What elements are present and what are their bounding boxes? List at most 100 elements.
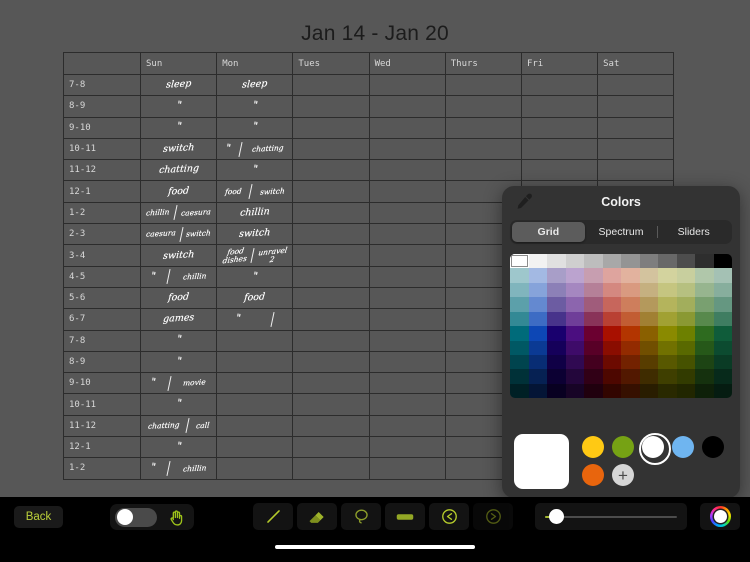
brush-size-slider[interactable] bbox=[535, 503, 687, 530]
grid-swatch[interactable] bbox=[547, 326, 566, 341]
cell-sun[interactable]: " chillin bbox=[139, 265, 218, 288]
cell-tues[interactable] bbox=[292, 116, 370, 139]
grid-swatch[interactable] bbox=[510, 311, 529, 327]
cell-fri[interactable] bbox=[520, 95, 599, 118]
cell-mon[interactable]: chillin bbox=[216, 201, 294, 225]
highlighter-tool[interactable] bbox=[385, 503, 425, 530]
cell-thurs[interactable] bbox=[444, 137, 522, 161]
grid-swatch[interactable] bbox=[713, 326, 732, 341]
cell-sat[interactable] bbox=[597, 73, 675, 97]
cell-wed[interactable] bbox=[368, 159, 446, 182]
grid-swatch[interactable] bbox=[658, 311, 677, 327]
grid-swatch[interactable] bbox=[602, 354, 621, 370]
cell-sun[interactable]: " bbox=[139, 350, 218, 374]
cell-tues[interactable] bbox=[292, 329, 370, 352]
cell-sun[interactable]: " bbox=[139, 116, 218, 139]
grid-swatch[interactable] bbox=[658, 340, 677, 355]
grid-swatch[interactable] bbox=[547, 369, 566, 384]
tab-sliders[interactable]: Sliders bbox=[657, 222, 730, 242]
cell-wed[interactable] bbox=[368, 350, 446, 374]
cell-sun[interactable]: " bbox=[139, 393, 218, 416]
cell-mon[interactable]: " bbox=[216, 265, 294, 288]
grid-swatch[interactable] bbox=[658, 297, 677, 312]
cell-mon[interactable]: food switch bbox=[216, 180, 294, 203]
grid-swatch[interactable] bbox=[547, 383, 566, 399]
cell-mon[interactable] bbox=[216, 414, 294, 438]
swatch-orange[interactable] bbox=[582, 464, 604, 486]
tab-spectrum[interactable]: Spectrum bbox=[585, 222, 658, 242]
grid-swatch[interactable] bbox=[676, 282, 695, 298]
cell-thurs[interactable] bbox=[444, 95, 522, 118]
grid-swatch[interactable] bbox=[584, 383, 603, 399]
grid-swatch[interactable] bbox=[547, 254, 566, 269]
cell-wed[interactable] bbox=[368, 286, 446, 310]
cell-sat[interactable] bbox=[597, 159, 675, 182]
cell-thurs[interactable] bbox=[444, 73, 522, 97]
grid-swatch[interactable] bbox=[695, 383, 714, 399]
grid-swatch[interactable] bbox=[676, 297, 695, 312]
cell-mon[interactable]: " chatting bbox=[216, 137, 294, 161]
grid-swatch[interactable] bbox=[528, 354, 547, 370]
colors-popover[interactable]: Colors Grid Spectrum Sliders + bbox=[502, 186, 740, 498]
grid-swatch[interactable] bbox=[713, 297, 732, 312]
cell-tues[interactable] bbox=[292, 180, 370, 203]
grid-swatch[interactable] bbox=[528, 369, 547, 384]
cell-tues[interactable] bbox=[292, 201, 370, 225]
grid-swatch[interactable] bbox=[584, 282, 603, 298]
grid-swatch[interactable] bbox=[695, 326, 714, 341]
redo-button[interactable] bbox=[473, 503, 513, 530]
grid-swatch[interactable] bbox=[621, 340, 640, 355]
grid-swatch[interactable] bbox=[658, 383, 677, 399]
grid-swatch[interactable] bbox=[639, 268, 658, 283]
grid-swatch[interactable] bbox=[695, 311, 714, 327]
cell-mon[interactable] bbox=[216, 393, 294, 416]
swatch-white[interactable] bbox=[639, 433, 671, 465]
cell-sun[interactable]: " movie bbox=[139, 372, 218, 395]
grid-swatch[interactable] bbox=[658, 326, 677, 341]
grid-swatch[interactable] bbox=[713, 340, 732, 355]
grid-swatch[interactable] bbox=[695, 282, 714, 298]
eyedropper-icon[interactable] bbox=[512, 191, 534, 213]
grid-swatch[interactable] bbox=[676, 340, 695, 355]
grid-swatch[interactable] bbox=[565, 369, 584, 384]
grid-swatch[interactable] bbox=[676, 383, 695, 399]
cell-mon[interactable]: food dishes unravel 2 bbox=[216, 244, 294, 267]
cell-mon[interactable]: " bbox=[216, 95, 294, 118]
grid-swatch[interactable] bbox=[602, 268, 621, 283]
grid-swatch[interactable] bbox=[584, 340, 603, 355]
grid-swatch[interactable] bbox=[676, 369, 695, 384]
grid-swatch[interactable] bbox=[528, 326, 547, 341]
cell-sat[interactable] bbox=[597, 137, 675, 161]
grid-swatch[interactable] bbox=[639, 254, 658, 269]
grid-swatch[interactable] bbox=[528, 340, 547, 355]
grid-swatch[interactable] bbox=[676, 326, 695, 341]
grid-swatch[interactable] bbox=[658, 369, 677, 384]
grid-swatch[interactable] bbox=[695, 369, 714, 384]
cell-wed[interactable] bbox=[368, 265, 446, 288]
grid-swatch[interactable] bbox=[713, 383, 732, 399]
grid-swatch[interactable] bbox=[584, 311, 603, 327]
grid-swatch[interactable] bbox=[602, 282, 621, 298]
cell-mon[interactable] bbox=[216, 372, 294, 395]
cell-mon[interactable]: food bbox=[216, 286, 294, 310]
cell-thurs[interactable] bbox=[444, 116, 522, 139]
back-button[interactable]: Back bbox=[14, 506, 63, 528]
grid-swatch[interactable] bbox=[547, 268, 566, 283]
grid-swatch[interactable] bbox=[565, 268, 584, 283]
cell-mon[interactable]: " bbox=[216, 116, 294, 139]
swatch-black[interactable] bbox=[702, 436, 724, 458]
grid-swatch[interactable] bbox=[602, 326, 621, 341]
grid-swatch[interactable] bbox=[713, 354, 732, 370]
undo-button[interactable] bbox=[429, 503, 469, 530]
grid-swatch[interactable] bbox=[639, 354, 658, 370]
grid-swatch[interactable] bbox=[565, 297, 584, 312]
cell-sun[interactable]: caesura switch bbox=[139, 223, 218, 246]
grid-swatch[interactable] bbox=[510, 340, 529, 355]
cell-mon[interactable] bbox=[216, 350, 294, 374]
cell-wed[interactable] bbox=[368, 223, 446, 246]
cell-tues[interactable] bbox=[292, 436, 370, 459]
cell-sat[interactable] bbox=[597, 95, 675, 118]
grid-swatch[interactable] bbox=[510, 383, 529, 399]
grid-swatch[interactable] bbox=[602, 254, 621, 269]
cell-tues[interactable] bbox=[292, 223, 370, 246]
